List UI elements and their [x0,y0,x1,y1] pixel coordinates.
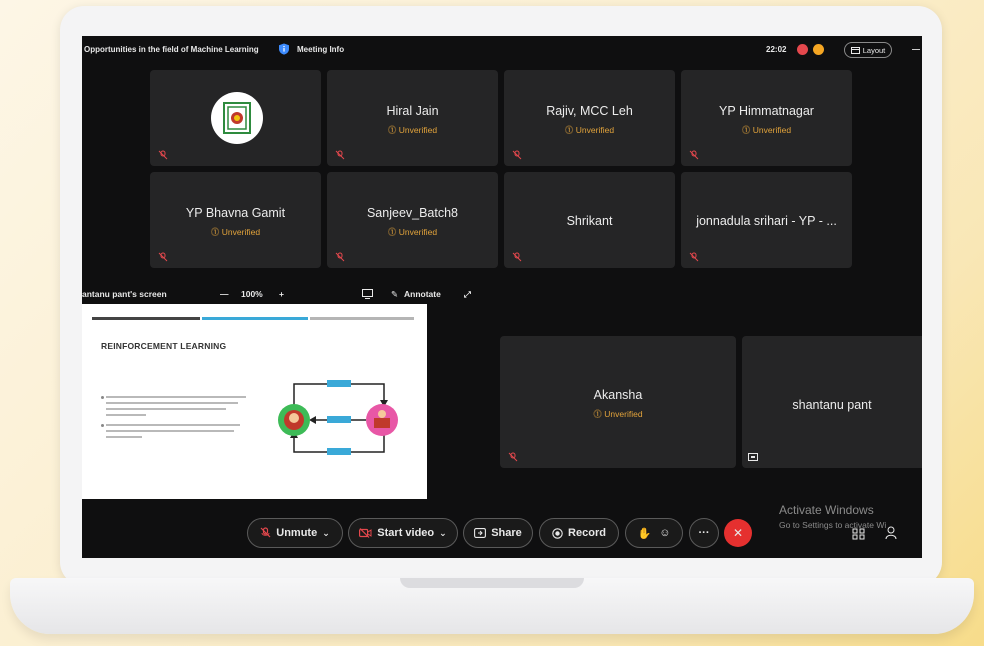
mic-muted-icon [260,527,271,538]
start-video-button[interactable]: Start video ⌄ [348,518,458,548]
slide-text-line [106,424,240,426]
chevron-down-icon[interactable]: ⌄ [439,528,447,539]
participants-icon[interactable] [885,526,899,540]
mic-muted-icon [512,150,522,160]
zoom-out-button[interactable]: — [220,289,229,299]
meeting-title: Opportunities in the field of Machine Le… [84,45,259,54]
participant-tile[interactable]: Hiral Jain ⓵ Unverified [327,70,498,166]
slide-title: REINFORCEMENT LEARNING [101,341,227,351]
meeting-time: 22:02 [766,45,787,54]
record-label: Record [568,527,606,539]
mic-muted-icon [335,252,345,262]
apps-icon[interactable] [852,528,866,540]
participant-name: Rajiv, MCC Leh [546,104,633,118]
participant-name: Shrikant [566,214,613,228]
slide-bullet [101,424,104,427]
record-button[interactable]: Record [539,518,619,548]
emoji-reaction-icon[interactable]: ☺ [659,527,670,539]
screen-share-bar: antanu pant's screen — 100% + ✎ Annotate… [82,286,502,304]
participant-tile[interactable]: YP Himmatnagar ⓵ Unverified [681,70,852,166]
shared-slide: REINFORCEMENT LEARNING [82,304,427,499]
participant-name: Hiral Jain [386,104,439,118]
participant-name: YP Bhavna Gamit [185,206,286,220]
participant-tile[interactable]: shantanu pant [742,336,922,468]
mic-muted-icon [335,150,345,160]
share-label: Share [491,527,522,539]
end-call-button[interactable]: ✕ [724,519,752,547]
slide-text-line [106,436,142,438]
slide-text-line [106,402,238,404]
verification-status: ⓵ Unverified [387,125,438,135]
slide-text-line [106,396,246,398]
screen-icon[interactable] [362,289,373,299]
meeting-toolbar: Unmute ⌄ Start video ⌄ Share Record ✋ ☺ … [247,518,787,550]
title-bar: Opportunities in the field of Machine Le… [82,36,922,64]
zoom-in-button[interactable]: + [279,289,284,299]
start-video-label: Start video [377,527,435,539]
mic-muted-icon [689,252,699,262]
laptop-notch [400,578,584,588]
verification-status: ⓵ Unverified [564,125,615,135]
mic-muted-icon [512,252,522,262]
reactions-group: ✋ ☺ [625,518,683,548]
shield-info-icon[interactable] [278,43,290,55]
participant-tile-logo[interactable] [150,70,321,166]
close-icon: ✕ [732,526,744,540]
participant-tile[interactable]: Rajiv, MCC Leh ⓵ Unverified [504,70,675,166]
participant-tile[interactable]: jonnadula srihari - YP - ... [681,172,852,268]
unmute-button[interactable]: Unmute ⌄ [247,518,343,548]
slide-text-line [106,430,234,432]
unmute-label: Unmute [276,527,318,539]
participant-name: YP Himmatnagar [719,104,814,118]
slide-progress-segment [202,317,308,320]
slide-progress-segment [310,317,414,320]
zoom-level: 100% [241,289,263,299]
mic-muted-icon [158,252,168,262]
participant-name: shantanu pant [792,398,872,412]
more-options-button[interactable]: ··· [689,518,719,548]
participant-name: Sanjeev_Batch8 [366,206,459,220]
shared-screen-label: antanu pant's screen [82,289,167,299]
mic-muted-icon [508,452,518,462]
recording-indicator-icon[interactable] [797,44,808,55]
minimize-icon[interactable] [912,49,920,50]
share-screen-icon [474,528,487,538]
more-label: ··· [698,527,710,539]
mic-muted-icon [689,150,699,160]
verification-status: ⓵ Unverified [387,227,438,237]
layout-icon [850,46,860,54]
meeting-info-link[interactable]: Meeting Info [297,45,344,54]
participant-name: Akansha [593,388,643,402]
layout-button[interactable]: Layout [844,42,892,58]
slide-text-line [106,414,146,416]
windows-watermark-title: Activate Windows [779,503,874,517]
verification-status: ⓵ Unverified [210,227,261,237]
meeting-window: Opportunities in the field of Machine Le… [82,36,922,558]
organization-logo [211,92,263,144]
chevron-down-icon[interactable]: ⌄ [322,528,330,539]
verification-status: ⓵ Unverified [593,409,643,419]
participant-tile[interactable]: YP Bhavna Gamit ⓵ Unverified [150,172,321,268]
user-avatar[interactable] [813,44,824,55]
participant-tile[interactable]: Akansha ⓵ Unverified [500,336,736,468]
record-icon [552,527,563,539]
slide-progress-segment [92,317,200,320]
layout-label: Layout [862,45,886,55]
verification-status: ⓵ Unverified [741,125,792,135]
share-button[interactable]: Share [463,518,533,548]
participant-tile[interactable]: Sanjeev_Batch8 ⓵ Unverified [327,172,498,268]
video-off-icon [359,528,372,538]
windows-watermark-subtitle: Go to Settings to activate Wi [779,520,887,530]
expand-icon[interactable]: ⤢ [464,289,471,300]
slide-text-line [106,408,226,410]
screen-sharing-icon [748,453,758,461]
participant-tile[interactable]: Shrikant [504,172,675,268]
annotate-button[interactable]: Annotate [404,289,441,299]
raise-hand-icon[interactable]: ✋ [638,527,652,540]
mic-muted-icon [158,150,168,160]
annotate-icon[interactable]: ✎ [391,289,398,300]
rl-loop-diagram [278,380,398,455]
participant-name: jonnadula srihari - YP - ... [696,214,837,228]
slide-bullet [101,396,104,399]
